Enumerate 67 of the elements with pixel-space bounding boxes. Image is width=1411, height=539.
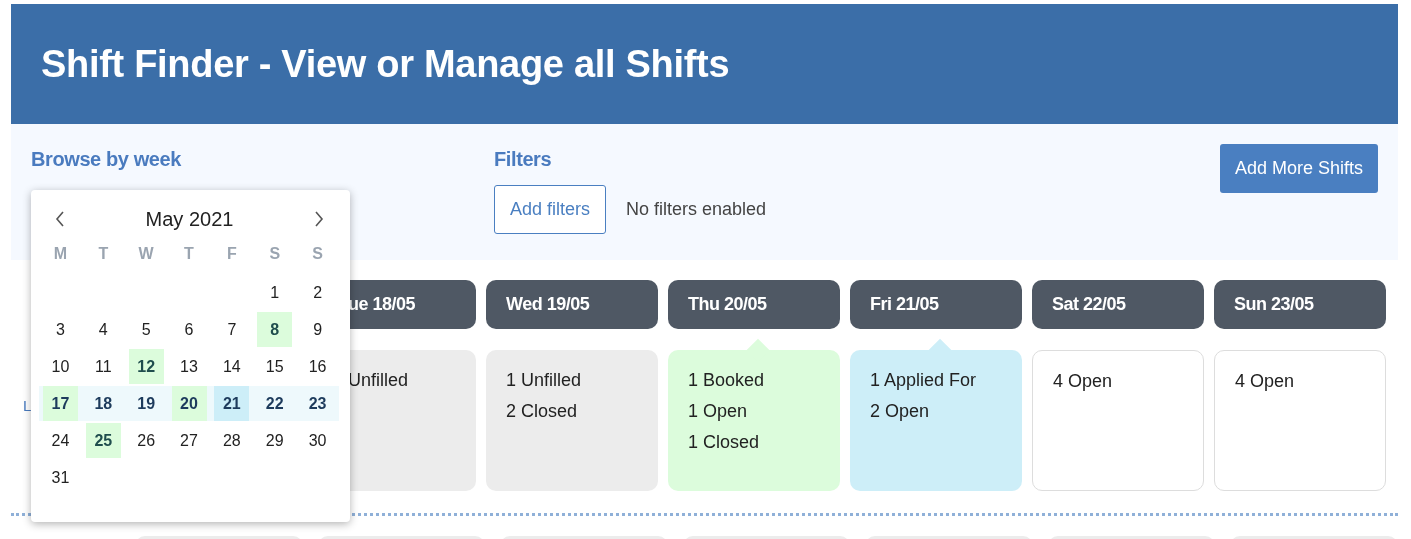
shift-count: 1 Unfilled — [506, 370, 583, 391]
calendar-day[interactable]: 21 — [214, 386, 250, 421]
calendar-day[interactable]: 26 — [128, 423, 164, 458]
calendar-day[interactable]: 31 — [42, 460, 78, 495]
shift-count: 1 Booked — [688, 370, 766, 391]
shift-count: 2 Open — [870, 401, 931, 422]
filters-heading: Filters — [494, 148, 553, 171]
calendar-day[interactable]: 28 — [214, 423, 250, 458]
filters-status: No filters enabled — [626, 199, 767, 220]
add-filters-button[interactable]: Add filters — [494, 185, 607, 234]
previous-icon[interactable] — [55, 211, 65, 227]
month-title: May 2021 — [145, 207, 234, 231]
shift-summary-card[interactable]: 1 Unfilled 2 Closed — [486, 350, 658, 491]
weekday-label: M — [52, 244, 69, 263]
shift-summary-card[interactable]: 4 Open — [1214, 350, 1386, 491]
weekday-label: W — [137, 244, 155, 263]
calendar-day[interactable]: 3 — [42, 312, 78, 347]
calendar-day[interactable]: 7 — [214, 312, 250, 347]
row-label: L — [23, 397, 32, 414]
calendar-day[interactable]: 18 — [85, 386, 121, 421]
browse-heading: Browse by week — [31, 148, 182, 170]
weekday-label: S — [268, 244, 282, 263]
shift-count: 1 Applied For — [870, 370, 978, 391]
calendar-day[interactable]: 8 — [257, 312, 293, 347]
calendar-day[interactable]: 13 — [171, 349, 207, 384]
calendar-day[interactable]: 16 — [300, 349, 336, 384]
calendar-day[interactable]: 5 — [128, 312, 164, 347]
calendar-day[interactable]: 30 — [300, 423, 336, 458]
day-header: Sat 22/05 — [1032, 280, 1204, 329]
calendar-day[interactable]: 1 — [257, 275, 293, 310]
selected-week-row[interactable]: 17 18 19 20 21 22 23 — [39, 386, 339, 421]
weekday-label: T — [183, 244, 195, 263]
calendar-day[interactable]: 17 — [42, 386, 78, 421]
page-title: Shift Finder - View or Manage all Shifts — [41, 42, 730, 86]
shift-count: Unfilled — [348, 370, 410, 391]
calendar-day[interactable]: 10 — [42, 349, 78, 384]
weekday-label: S — [311, 244, 324, 263]
calendar-day[interactable]: 24 — [42, 423, 78, 458]
calendar-day[interactable]: 14 — [214, 349, 250, 384]
calendar-day[interactable]: 29 — [257, 423, 293, 458]
calendar-day[interactable]: 12 — [128, 349, 164, 384]
calendar-day[interactable]: 4 — [85, 312, 121, 347]
add-shifts-button[interactable]: Add More Shifts — [1219, 144, 1378, 193]
day-header: Fri 21/05 — [850, 280, 1022, 329]
shift-count: 2 Closed — [506, 401, 579, 422]
weekday-label: T — [97, 244, 110, 263]
shift-count: 4 Open — [1053, 371, 1114, 392]
calendar-day[interactable]: 11 — [85, 349, 121, 384]
shift-summary-card[interactable]: 4 Open — [1032, 350, 1204, 491]
calendar-day[interactable]: 20 — [171, 386, 207, 421]
next-icon[interactable] — [314, 211, 324, 227]
calendar-day[interactable]: 27 — [171, 423, 207, 458]
shift-count: 1 Closed — [688, 432, 761, 453]
day-header: Wed 19/05 — [486, 280, 658, 329]
calendar-day[interactable]: 2 — [300, 275, 336, 310]
shift-count: 1 Open — [688, 401, 749, 422]
day-header: Sun 23/05 — [1214, 280, 1386, 329]
weekday-label: F — [225, 244, 238, 263]
calendar-day[interactable]: 6 — [171, 312, 207, 347]
day-header: Thu 20/05 — [668, 280, 840, 329]
calendar-day[interactable]: 23 — [300, 386, 336, 421]
calendar-day[interactable]: 19 — [128, 386, 164, 421]
calendar-day[interactable]: 22 — [257, 386, 293, 421]
calendar-day[interactable]: 25 — [85, 423, 121, 458]
calendar-day[interactable]: 15 — [257, 349, 293, 384]
shift-count: 4 Open — [1235, 371, 1296, 392]
calendar-day[interactable]: 9 — [300, 312, 336, 347]
